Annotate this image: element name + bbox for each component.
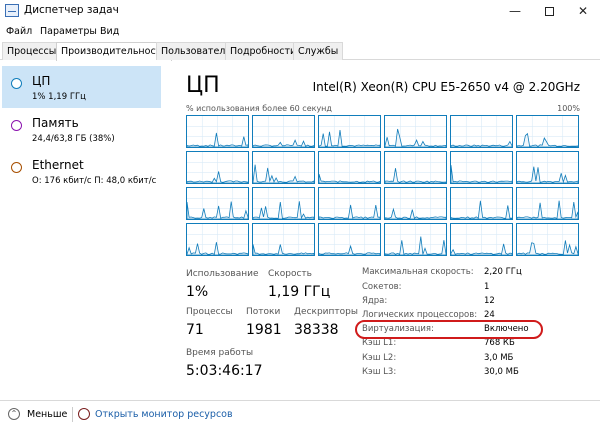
logical-processor-graph xyxy=(186,151,249,184)
ethernet-indicator-icon xyxy=(11,162,22,173)
logical-processor-graph xyxy=(450,115,513,148)
open-resource-monitor-link[interactable]: Открыть монитор ресурсов xyxy=(95,409,233,420)
uptime-value: 5:03:46:17 xyxy=(186,363,263,379)
logical-processor-graph xyxy=(186,187,249,220)
usage-value: 1% xyxy=(186,284,209,300)
handles-label: Дескрипторы xyxy=(294,307,358,317)
sidebar-item-sub: О: 176 кбит/с П: 48,0 кбит/с xyxy=(32,176,157,186)
speed-label: Скорость xyxy=(268,269,312,279)
spec-label: Логических процессоров: xyxy=(362,310,478,320)
sidebar-item-name: ЦП xyxy=(32,74,51,88)
menu-options[interactable]: Параметры xyxy=(40,26,97,37)
sidebar-item-name: Ethernet xyxy=(32,158,84,172)
logical-processor-graph xyxy=(318,115,381,148)
task-manager-icon xyxy=(5,4,19,17)
menu-view[interactable]: Вид xyxy=(100,26,119,37)
sidebar-item-sub: 1% 1,19 ГГц xyxy=(32,92,86,102)
chevron-up-icon[interactable]: ⌃ xyxy=(8,408,20,420)
spec-label: Максимальная скорость: xyxy=(362,267,474,277)
tab-processes[interactable]: Процессы xyxy=(2,42,62,60)
logical-processor-graph xyxy=(516,187,579,220)
sidebar-item-cpu[interactable]: ЦП 1% 1,19 ГГц xyxy=(2,66,161,108)
graph-max-label: 100% xyxy=(557,104,580,113)
logical-processor-graph xyxy=(252,115,315,148)
logical-processor-graph xyxy=(450,151,513,184)
spec-label: Кэш L1: xyxy=(362,338,397,348)
logical-processor-graph xyxy=(384,223,447,256)
processes-label: Процессы xyxy=(186,307,233,317)
tab-services[interactable]: Службы xyxy=(293,42,344,60)
minimize-button[interactable]: — xyxy=(498,0,532,22)
logical-processor-graph xyxy=(516,151,579,184)
spec-label: Ядра: xyxy=(362,296,388,306)
logical-processor-graph xyxy=(384,151,447,184)
logical-processor-graph xyxy=(516,223,579,256)
tab-strip: Процессы Производительность Пользователи… xyxy=(0,42,600,61)
threads-label: Потоки xyxy=(246,307,281,317)
sidebar-item-memory[interactable]: Память 24,4/63,8 ГБ (38%) xyxy=(2,108,161,150)
logical-processor-graph xyxy=(252,151,315,184)
menu-bar: Файл Параметры Вид xyxy=(0,23,600,41)
threads-value: 1981 xyxy=(246,322,282,338)
logical-processor-graph xyxy=(252,223,315,256)
memory-indicator-icon xyxy=(11,120,22,131)
logical-processor-graph xyxy=(450,187,513,220)
logical-processor-graph xyxy=(186,115,249,148)
logical-processor-graph xyxy=(384,187,447,220)
tab-performance[interactable]: Производительность xyxy=(56,42,172,61)
resource-monitor-icon[interactable] xyxy=(78,408,90,420)
sidebar-item-sub: 24,4/63,8 ГБ (38%) xyxy=(32,134,115,144)
usage-label: Использование xyxy=(186,269,259,279)
spec-value: 30,0 МБ xyxy=(484,367,519,377)
sidebar-item-name: Память xyxy=(32,116,79,130)
footer-divider xyxy=(72,407,73,422)
window-title: Диспетчер задач xyxy=(24,4,119,16)
logical-processor-graph xyxy=(318,223,381,256)
sidebar-item-ethernet[interactable]: Ethernet О: 176 кбит/с П: 48,0 кбит/с xyxy=(2,150,161,192)
handles-value: 38338 xyxy=(294,322,339,338)
cpu-indicator-icon xyxy=(11,78,22,89)
page-title: ЦП xyxy=(186,73,220,98)
uptime-label: Время работы xyxy=(186,348,254,358)
footer-bar: ⌃ Меньше Открыть монитор ресурсов xyxy=(0,400,600,433)
logical-processor-graph xyxy=(318,187,381,220)
virtualization-highlight xyxy=(355,320,543,339)
logical-processor-graph xyxy=(384,115,447,148)
cpu-model: Intel(R) Xeon(R) CPU E5-2650 v4 @ 2.20GH… xyxy=(312,80,580,94)
logical-processor-graph xyxy=(516,115,579,148)
menu-file[interactable]: Файл xyxy=(6,26,32,37)
logical-processor-graph xyxy=(450,223,513,256)
spec-value: 24 xyxy=(484,310,495,320)
spec-label: Кэш L3: xyxy=(362,367,397,377)
maximize-icon xyxy=(544,7,554,16)
spec-value: 3,0 МБ xyxy=(484,353,514,363)
title-bar: Диспетчер задач — ✕ xyxy=(0,0,600,22)
spec-value: 12 xyxy=(484,296,495,306)
logical-processor-graph xyxy=(318,151,381,184)
speed-value: 1,19 ГГц xyxy=(268,284,331,300)
maximize-button[interactable] xyxy=(532,0,566,22)
spec-value: 2,20 ГГц xyxy=(484,267,522,277)
spec-label: Сокетов: xyxy=(362,282,402,292)
spec-value: 1 xyxy=(484,282,490,292)
fewer-details-button[interactable]: Меньше xyxy=(27,409,67,420)
logical-processor-graph xyxy=(186,223,249,256)
graph-caption: % использования более 60 секунд xyxy=(186,104,332,113)
tab-details[interactable]: Подробности xyxy=(225,42,302,60)
spec-label: Кэш L2: xyxy=(362,353,397,363)
resource-sidebar: ЦП 1% 1,19 ГГц Память 24,4/63,8 ГБ (38%)… xyxy=(0,62,162,395)
processes-value: 71 xyxy=(186,322,204,338)
spec-value: 768 КБ xyxy=(484,338,515,348)
logical-processor-graph xyxy=(252,187,315,220)
close-button[interactable]: ✕ xyxy=(566,0,600,22)
